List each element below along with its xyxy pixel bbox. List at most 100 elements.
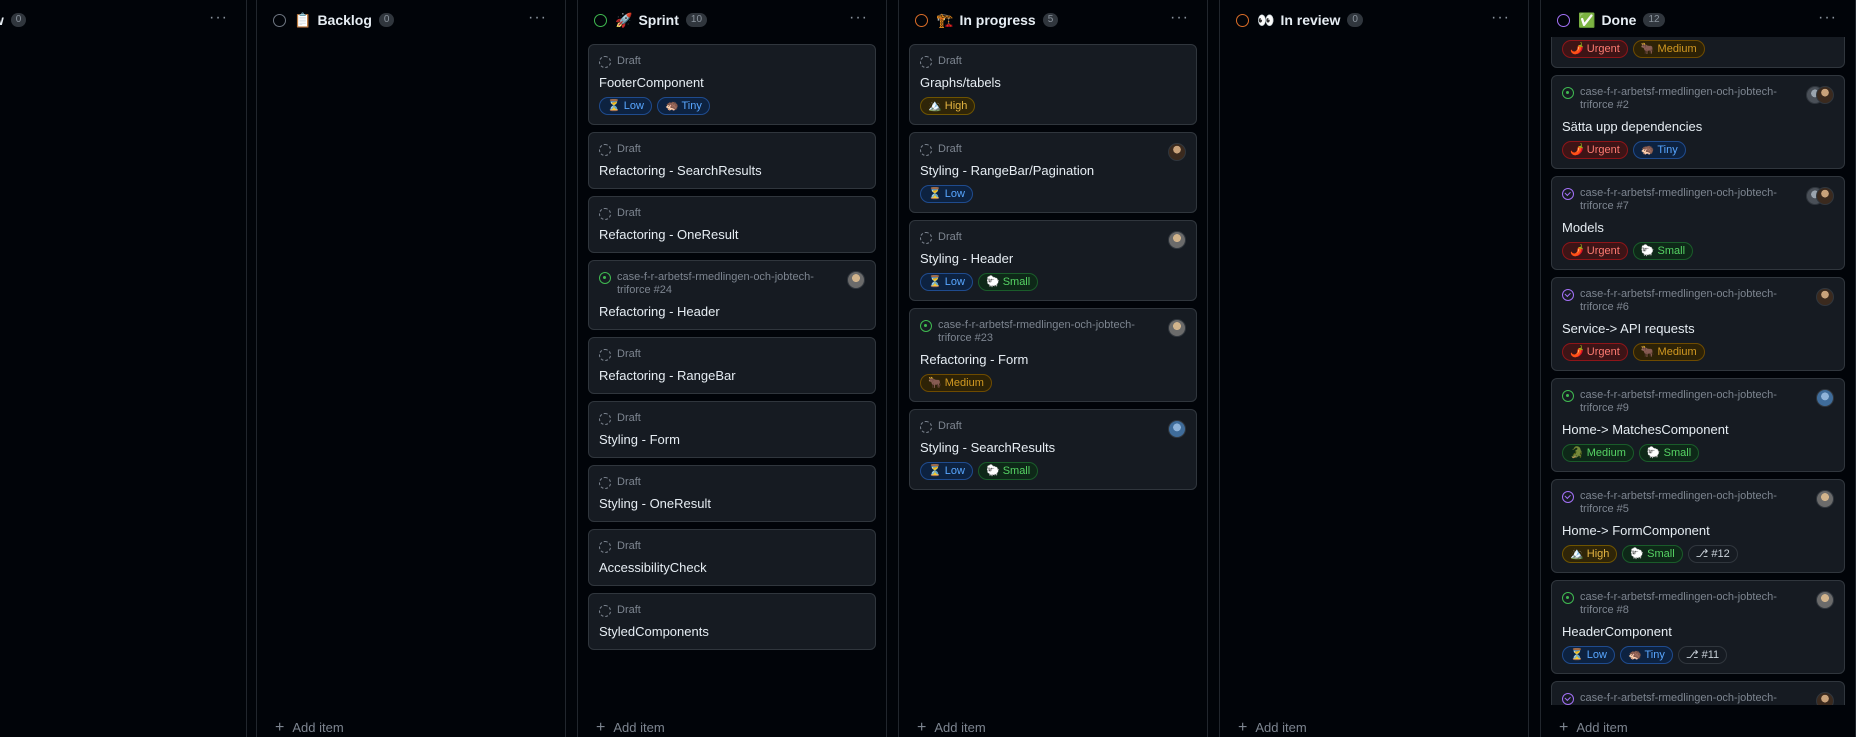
card-title[interactable]: Service-> API requests: [1562, 321, 1834, 337]
item-card[interactable]: Draft Refactoring - SearchResults: [588, 132, 876, 189]
draft-icon: [599, 477, 611, 489]
item-card[interactable]: case-f-r-arbetsf-rmedlingen-och-jobtech-…: [1551, 580, 1845, 674]
assignee-avatar[interactable]: [1168, 420, 1186, 438]
card-title[interactable]: Graphs/tabels: [920, 75, 1186, 91]
column-count-badge: 10: [685, 13, 708, 27]
card-title[interactable]: Styling - Form: [599, 432, 865, 448]
assignee-avatar[interactable]: [1816, 591, 1834, 609]
card-title[interactable]: HeaderComponent: [1562, 624, 1834, 640]
add-item-label: Add item: [613, 720, 665, 735]
label-medium: 🐂 Medium: [1632, 40, 1705, 58]
card-title[interactable]: Styling - Header: [920, 251, 1186, 267]
card-meta: case-f-r-arbetsf-rmedlingen-och-jobtech-…: [1562, 288, 1834, 314]
card-labels: ⏳ Low 🦔 Tiny: [599, 97, 865, 115]
closed-issue-icon: [1562, 693, 1574, 705]
card-repo-ref[interactable]: case-f-r-arbetsf-rmedlingen-och-jobtech-…: [1580, 591, 1834, 617]
card-title[interactable]: Refactoring - RangeBar: [599, 368, 865, 384]
item-card[interactable]: Draft Styling - Form: [588, 401, 876, 458]
add-item-button[interactable]: + Add item: [917, 719, 986, 735]
assignee-avatar[interactable]: [1816, 490, 1834, 508]
label-high: 🏔️ High: [920, 97, 976, 115]
item-card[interactable]: Draft Refactoring - RangeBar: [588, 337, 876, 394]
label-tiny: 🦔 Tiny: [1619, 646, 1673, 664]
card-meta: Draft: [599, 348, 865, 361]
card-title[interactable]: FooterComponent: [599, 75, 865, 91]
column-header: 📋 Backlog 0 ···: [257, 9, 565, 31]
item-card[interactable]: case-f-r-arbetsf-rmedlingen-och-jobtech-…: [1551, 681, 1845, 705]
assignee-avatar[interactable]: [1816, 187, 1834, 205]
add-item-button[interactable]: + Add item: [275, 718, 344, 736]
card-title[interactable]: AccessibilityCheck: [599, 560, 865, 576]
column-menu-icon[interactable]: ···: [1818, 10, 1837, 26]
column-menu-icon[interactable]: ···: [209, 10, 228, 26]
card-repo-ref: Draft: [938, 143, 962, 155]
card-repo-ref[interactable]: case-f-r-arbetsf-rmedlingen-och-jobtech-…: [1580, 86, 1834, 112]
assignee-avatar[interactable]: [1168, 231, 1186, 249]
item-card[interactable]: case-f-r-arbetsf-rmedlingen-och-jobtech-…: [1551, 378, 1845, 472]
linked-pr-badge: ⎇ #11: [1677, 646, 1728, 664]
item-card[interactable]: Draft Styling - RangeBar/Pagination ⏳ Low: [909, 132, 1197, 213]
card-repo-ref: Draft: [617, 143, 641, 155]
column-menu-icon[interactable]: ···: [849, 10, 868, 26]
add-item-button[interactable]: + Add item: [1559, 719, 1628, 735]
add-item-label: Add item: [1576, 720, 1628, 735]
assignee-avatar[interactable]: [1816, 692, 1834, 705]
item-card[interactable]: Draft Refactoring - OneResult: [588, 196, 876, 253]
card-repo-ref[interactable]: case-f-r-arbetsf-rmedlingen-och-jobtech-…: [938, 319, 1186, 345]
assignee-avatar[interactable]: [1816, 86, 1834, 104]
item-card[interactable]: Draft Graphs/tabels 🏔️ High: [909, 44, 1197, 125]
card-repo-ref[interactable]: case-f-r-arbetsf-rmedlingen-och-jobtech-…: [1580, 490, 1834, 516]
add-item-label: Add item: [292, 720, 344, 735]
item-card[interactable]: case-f-r-arbetsf-rmedlingen-och-jobtech-…: [588, 260, 876, 330]
assignee-avatar[interactable]: [1816, 288, 1834, 306]
item-card[interactable]: case-f-r-arbetsf-rmedlingen-och-jobtech-…: [1551, 479, 1845, 573]
card-title[interactable]: Styling - SearchResults: [920, 440, 1186, 456]
card-title[interactable]: Refactoring - OneResult: [599, 227, 865, 243]
item-card[interactable]: Draft Styling - SearchResults ⏳ Low 🐑 Small: [909, 409, 1197, 490]
card-title[interactable]: Refactoring - Form: [920, 352, 1186, 368]
label-small: 🐑 Small: [1622, 545, 1683, 563]
label-urgent: 🌶️ Urgent: [1562, 40, 1628, 58]
item-card[interactable]: Draft AccessibilityCheck: [588, 529, 876, 586]
column-menu-icon[interactable]: ···: [1491, 10, 1510, 26]
column-menu-icon[interactable]: ···: [1170, 10, 1189, 26]
add-item-button[interactable]: + Add item: [1238, 719, 1307, 735]
item-card[interactable]: case-f-r-arbetsf-rmedlingen-och-jobtech-…: [1551, 176, 1845, 270]
plus-icon: +: [275, 718, 285, 736]
add-item-button[interactable]: + Add item: [596, 719, 665, 735]
assignee-avatar[interactable]: [1168, 319, 1186, 337]
card-labels: ⏳ Low 🐑 Small: [920, 273, 1186, 291]
card-title[interactable]: Refactoring - SearchResults: [599, 163, 865, 179]
card-repo-ref[interactable]: case-f-r-arbetsf-rmedlingen-och-jobtech-…: [1580, 187, 1834, 213]
card-repo-ref[interactable]: case-f-r-arbetsf-rmedlingen-och-jobtech-…: [617, 271, 865, 297]
column-header: New 0 ···: [0, 9, 246, 31]
card-meta: Draft: [599, 143, 865, 156]
item-card[interactable]: case-f-r-arbetsf-rmedlingen-och-jobtech-…: [909, 308, 1197, 402]
card-title[interactable]: Models: [1562, 220, 1834, 236]
card-title[interactable]: Styling - RangeBar/Pagination: [920, 163, 1186, 179]
card-title[interactable]: Refactoring - Header: [599, 304, 865, 320]
item-card[interactable]: case-f-r-arbetsf-rmedlingen-och-jobtech-…: [1551, 75, 1845, 169]
card-repo-ref[interactable]: case-f-r-arbetsf-rmedlingen-och-jobtech-…: [1580, 692, 1834, 705]
item-card[interactable]: Draft StyledComponents: [588, 593, 876, 650]
assignee-avatar[interactable]: [1168, 143, 1186, 161]
card-title[interactable]: StyledComponents: [599, 624, 865, 640]
assignee-avatar[interactable]: [1816, 389, 1834, 407]
card-meta: Draft: [920, 143, 1186, 156]
item-card[interactable]: Draft Styling - Header ⏳ Low 🐑 Small: [909, 220, 1197, 301]
card-title[interactable]: Home-> FormComponent: [1562, 523, 1834, 539]
card-repo-ref: Draft: [938, 55, 962, 67]
item-card[interactable]: Draft Styling - OneResult: [588, 465, 876, 522]
item-card[interactable]: Draft FooterComponent ⏳ Low 🦔 Tiny: [588, 44, 876, 125]
card-title[interactable]: Sätta upp dependencies: [1562, 119, 1834, 135]
card-repo-ref[interactable]: case-f-r-arbetsf-rmedlingen-och-jobtech-…: [1580, 288, 1834, 314]
item-card[interactable]: case-f-r-arbetsf-rmedlingen-och-jobtech-…: [1551, 277, 1845, 371]
column-menu-icon[interactable]: ···: [528, 10, 547, 26]
assignee-avatar[interactable]: [847, 271, 865, 289]
item-card[interactable]: 🌶️ Urgent 🐂 Medium: [1551, 37, 1845, 68]
card-title[interactable]: Home-> MatchesComponent: [1562, 422, 1834, 438]
card-labels: ⏳ Low: [920, 185, 1186, 203]
card-title[interactable]: Styling - OneResult: [599, 496, 865, 512]
card-repo-ref[interactable]: case-f-r-arbetsf-rmedlingen-och-jobtech-…: [1580, 389, 1834, 415]
card-meta: case-f-r-arbetsf-rmedlingen-och-jobtech-…: [1562, 389, 1834, 415]
